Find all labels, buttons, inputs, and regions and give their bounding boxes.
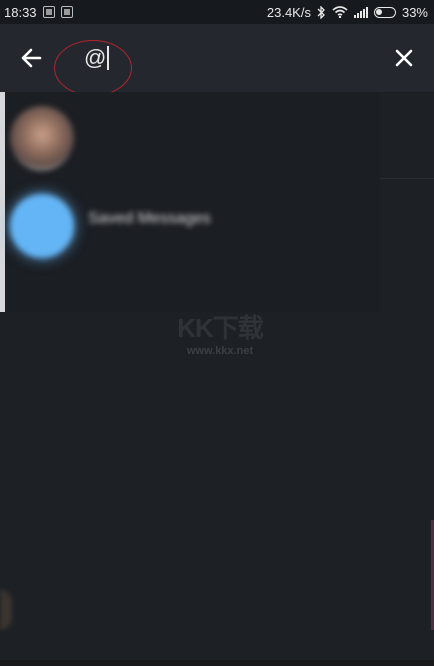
arrow-left-icon (21, 48, 42, 68)
clock-time: 18:33 (4, 4, 37, 20)
avatar (10, 106, 74, 170)
watermark: KK下载 www.kkx.net (160, 308, 280, 364)
divider (380, 178, 434, 179)
battery-icon (373, 6, 396, 18)
app-notification-icon (42, 6, 55, 18)
status-bar: 18:33 23.4K/s 33% (0, 0, 434, 24)
floating-avatar-edge (0, 590, 12, 630)
status-right: 23.4K/s 33% (267, 0, 428, 24)
close-button[interactable] (390, 44, 418, 72)
chat-name-blurred: Saved Messages (88, 210, 211, 227)
list-item[interactable]: Saved Messages (8, 180, 380, 280)
bottom-edge (0, 660, 434, 666)
bluetooth-icon (317, 5, 325, 19)
download-notification-icon (60, 6, 73, 18)
signal-strength-icon (353, 6, 368, 18)
left-edge-strip (0, 92, 5, 312)
battery-percent: 33% (401, 4, 428, 20)
list-item[interactable] (8, 92, 380, 192)
watermark-url: www.kkx.net (186, 345, 254, 357)
saved-messages-avatar (10, 194, 74, 258)
annotation-circle (54, 40, 132, 96)
close-icon (395, 49, 413, 67)
back-button[interactable] (18, 44, 46, 72)
watermark-logo: KK下载 (177, 313, 264, 343)
network-speed: 23.4K/s (266, 4, 311, 20)
status-left: 18:33 (0, 5, 73, 20)
wifi-icon (332, 6, 348, 18)
